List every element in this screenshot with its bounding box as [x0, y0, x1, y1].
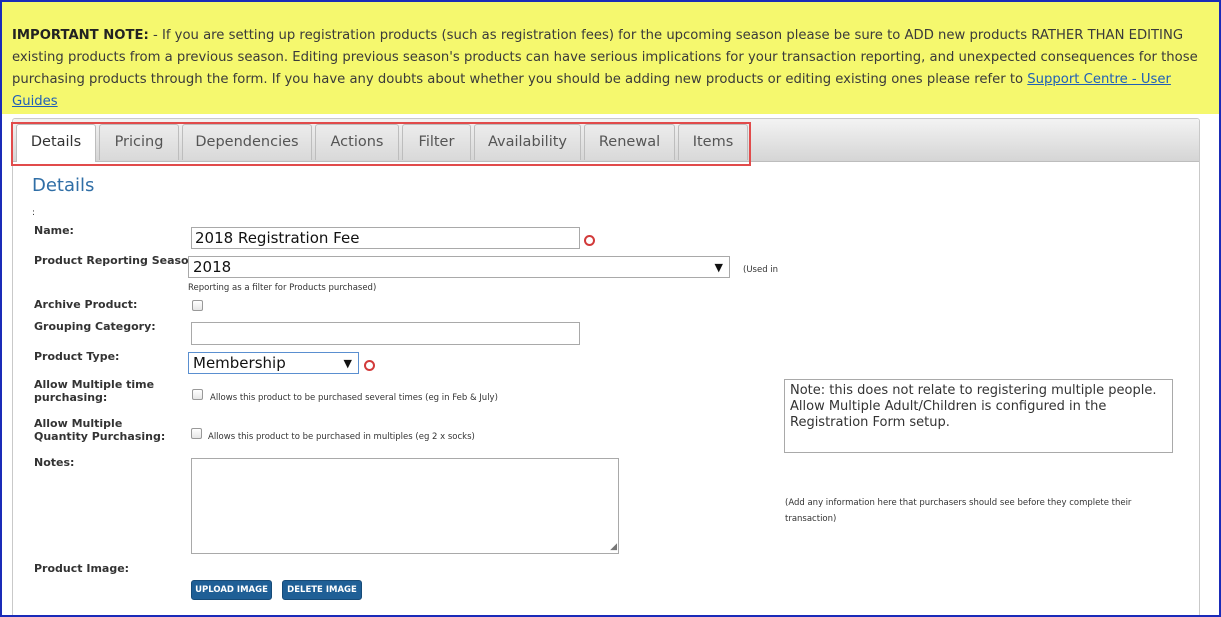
- chevron-down-icon: ▼: [714, 261, 723, 274]
- name-input[interactable]: [191, 227, 580, 249]
- tab-renewal[interactable]: Renewal: [584, 124, 675, 160]
- multi-qty-label: Allow Multiple Quantity Purchasing:: [34, 417, 166, 443]
- multi-note-text: Note: this does not relate to registerin…: [790, 383, 1157, 430]
- multi-time-checkbox[interactable]: [192, 389, 203, 400]
- archive-checkbox[interactable]: [192, 300, 203, 311]
- tab-bar: Details Pricing Dependencies Actions Fil…: [13, 119, 1199, 162]
- tab-availability[interactable]: Availability: [474, 124, 581, 160]
- product-type-label: Product Type:: [34, 350, 120, 363]
- season-hint-below: Reporting as a filter for Products purch…: [188, 283, 377, 293]
- chevron-down-icon: ▼: [343, 357, 352, 370]
- important-note-text: - If you are setting up registration pro…: [12, 28, 1198, 87]
- multi-time-hint: Allows this product to be purchased seve…: [210, 393, 498, 403]
- tab-dependencies[interactable]: Dependencies: [182, 124, 312, 160]
- product-image-label: Product Image:: [34, 562, 130, 575]
- tab-details[interactable]: Details: [16, 124, 96, 162]
- multi-qty-hint: Allows this product to be purchased in m…: [208, 432, 475, 442]
- product-type-value: Membership: [193, 354, 286, 372]
- important-note-banner: IMPORTANT NOTE: - If you are setting up …: [2, 2, 1219, 114]
- colon-text: :: [32, 208, 36, 218]
- section-title: Details: [32, 175, 95, 196]
- season-select-value: 2018: [193, 258, 232, 276]
- notes-hint: (Add any information here that purchaser…: [785, 498, 1132, 524]
- season-hint-right: (Used in: [743, 265, 779, 275]
- tab-filter[interactable]: Filter: [402, 124, 471, 160]
- grouping-label: Grouping Category:: [34, 320, 156, 333]
- multi-qty-checkbox[interactable]: [191, 428, 202, 439]
- upload-image-button[interactable]: UPLOAD IMAGE: [191, 580, 272, 600]
- grouping-input[interactable]: [191, 322, 580, 345]
- delete-image-button[interactable]: DELETE IMAGE: [282, 580, 362, 600]
- multi-time-label: Allow Multiple time purchasing:: [34, 378, 155, 404]
- notes-textarea[interactable]: ◢: [191, 458, 619, 554]
- notes-label: Notes:: [34, 456, 75, 469]
- required-icon: [364, 360, 375, 371]
- name-label: Name:: [34, 224, 74, 237]
- tab-actions[interactable]: Actions: [315, 124, 399, 160]
- season-label: Product Reporting Season:: [34, 254, 201, 267]
- required-icon: [584, 235, 595, 246]
- page-frame: IMPORTANT NOTE: - If you are setting up …: [0, 0, 1221, 617]
- multi-note-box: Note: this does not relate to registerin…: [784, 379, 1173, 453]
- tab-pricing[interactable]: Pricing: [99, 124, 179, 160]
- archive-label: Archive Product:: [34, 298, 138, 311]
- important-note-label: IMPORTANT NOTE:: [12, 28, 149, 43]
- season-select[interactable]: 2018 ▼: [188, 256, 730, 278]
- product-type-select[interactable]: Membership ▼: [188, 352, 359, 374]
- resize-grip-icon[interactable]: ◢: [610, 543, 617, 552]
- tab-items[interactable]: Items: [678, 124, 748, 160]
